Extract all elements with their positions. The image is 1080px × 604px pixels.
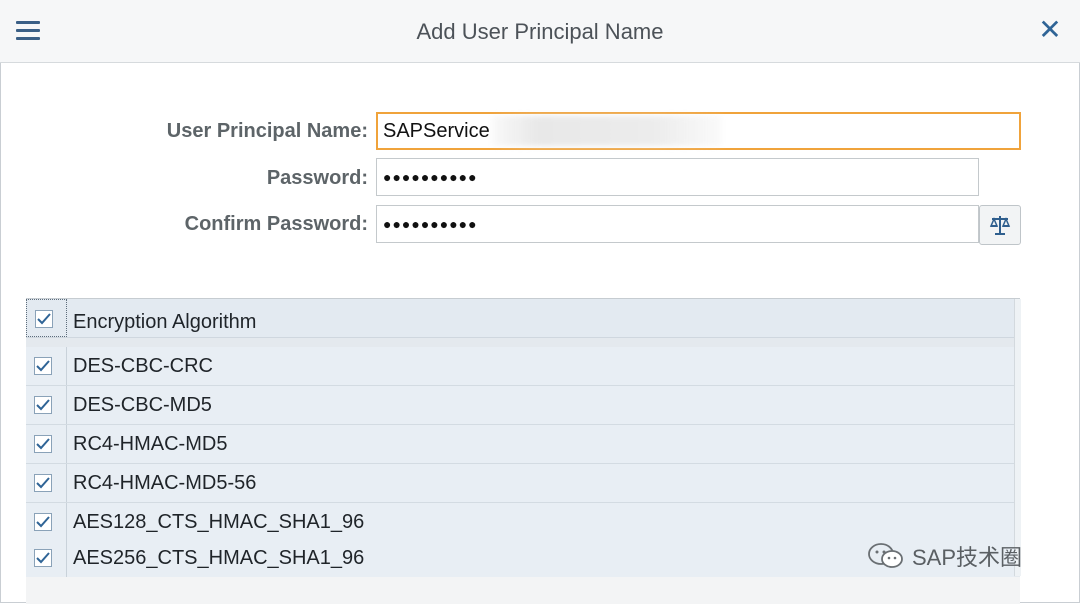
table-row[interactable]: RC4-HMAC-MD5-56 (26, 464, 1014, 503)
redacted-blur (491, 116, 722, 146)
row-checkbox[interactable] (34, 435, 52, 453)
dialog-title: Add User Principal Name (416, 19, 664, 44)
row-checkbox[interactable] (34, 396, 52, 414)
table-row[interactable]: AES128_CTS_HMAC_SHA1_96 (26, 503, 1014, 542)
table-row[interactable]: RC4-HMAC-MD5 (26, 425, 1014, 464)
confirm-password-label: Confirm Password: (184, 213, 368, 235)
column-header-encryption-algorithm: Encryption Algorithm (73, 311, 257, 333)
dialog-header: Add User Principal Name ✕ (0, 0, 1080, 63)
checkmark-icon (36, 477, 50, 489)
table-row[interactable]: DES-CBC-MD5 (26, 386, 1014, 425)
upn-label: User Principal Name: (166, 120, 368, 142)
row-label: RC4-HMAC-MD5 (73, 433, 228, 455)
select-all-cell (26, 299, 67, 337)
confirm-password-value: ●●●●●●●●●● (383, 216, 478, 232)
row-label: AES128_CTS_HMAC_SHA1_96 (73, 511, 365, 533)
compare-passwords-button[interactable] (979, 205, 1021, 245)
checkmark-icon (36, 360, 50, 372)
row-checkbox[interactable] (34, 357, 52, 375)
upn-input[interactable]: SAPService (376, 112, 1021, 150)
row-label: RC4-HMAC-MD5-56 (73, 472, 257, 494)
watermark-text: SAP技术圈 (912, 545, 1023, 570)
balance-scale-icon (989, 216, 1011, 235)
table-scrollbar[interactable] (1014, 299, 1021, 576)
checkmark-icon (36, 552, 50, 564)
password-label: Password: (266, 167, 368, 189)
watermark: SAP技术圈 (866, 540, 1022, 572)
table-header-row: Encryption Algorithm (26, 299, 1014, 338)
close-icon[interactable]: ✕ (1036, 16, 1064, 44)
upn-value: SAPService (383, 119, 490, 142)
row-checkbox[interactable] (34, 549, 52, 567)
select-all-checkbox[interactable] (35, 310, 53, 328)
checkmark-icon (36, 438, 50, 450)
confirm-password-input[interactable]: ●●●●●●●●●● (376, 205, 979, 243)
row-label: AES256_CTS_HMAC_SHA1_96 (73, 547, 365, 569)
row-label: DES-CBC-CRC (73, 355, 213, 377)
checkmark-icon (36, 516, 50, 528)
password-input[interactable]: ●●●●●●●●●● (376, 158, 979, 196)
password-value: ●●●●●●●●●● (383, 169, 478, 185)
checkmark-icon (37, 313, 51, 325)
table-row[interactable]: DES-CBC-CRC (26, 347, 1014, 386)
checkmark-icon (36, 399, 50, 411)
table-footer (26, 577, 1020, 604)
row-checkbox[interactable] (34, 474, 52, 492)
row-checkbox[interactable] (34, 513, 52, 531)
wechat-icon (868, 543, 903, 568)
row-label: DES-CBC-MD5 (73, 394, 212, 416)
